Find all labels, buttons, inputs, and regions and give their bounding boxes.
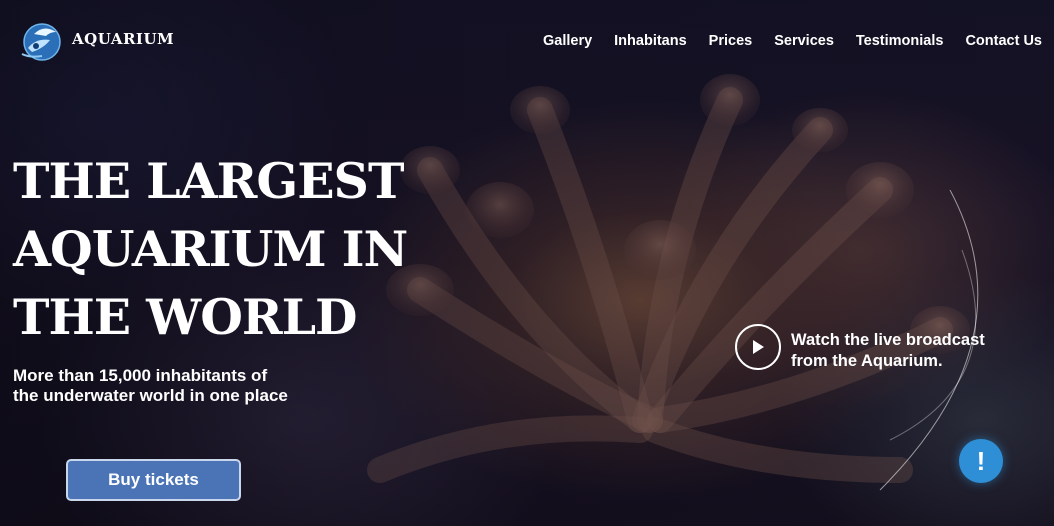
subheadline-line-1: More than 15,000 inhabitants of xyxy=(13,366,268,385)
nav-link-services[interactable]: Services xyxy=(774,33,834,49)
broadcast-line-2: from the Aquarium. xyxy=(791,352,943,370)
headline-line-3: THE WORLD xyxy=(13,288,358,346)
hero-subheadline: More than 15,000 inhabitants of the unde… xyxy=(13,366,343,406)
nav-link-contact-us[interactable]: Contact Us xyxy=(965,33,1042,49)
play-icon xyxy=(753,340,764,354)
headline-line-2: AQUARIUM IN xyxy=(13,220,408,278)
headline-line-1: THE LARGEST xyxy=(13,152,404,210)
buy-tickets-button[interactable]: Buy tickets xyxy=(66,459,241,501)
info-button[interactable]: ! xyxy=(959,439,1003,483)
broadcast-caption[interactable]: Watch the live broadcast from the Aquari… xyxy=(791,330,1031,372)
nav-link-gallery[interactable]: Gallery xyxy=(543,33,592,49)
nav-link-prices[interactable]: Prices xyxy=(709,33,753,49)
nav-link-testimonials[interactable]: Testimonials xyxy=(856,33,944,49)
hero-headline: THE LARGEST AQUARIUM IN THE WORLD xyxy=(13,147,433,351)
play-broadcast-button[interactable] xyxy=(735,324,781,370)
nav-link-inhabitans[interactable]: Inhabitans xyxy=(614,33,687,49)
site-logo[interactable]: AQUARIUM xyxy=(16,18,174,64)
broadcast-line-1: Watch the live broadcast xyxy=(791,331,985,349)
main-nav: Gallery Inhabitans Prices Services Testi… xyxy=(521,33,1042,49)
exclamation-icon: ! xyxy=(976,445,986,476)
logo-text: AQUARIUM xyxy=(72,30,175,48)
aquarium-globe-dolphin-icon xyxy=(21,23,61,61)
subheadline-line-2: the underwater world in one place xyxy=(13,386,288,405)
